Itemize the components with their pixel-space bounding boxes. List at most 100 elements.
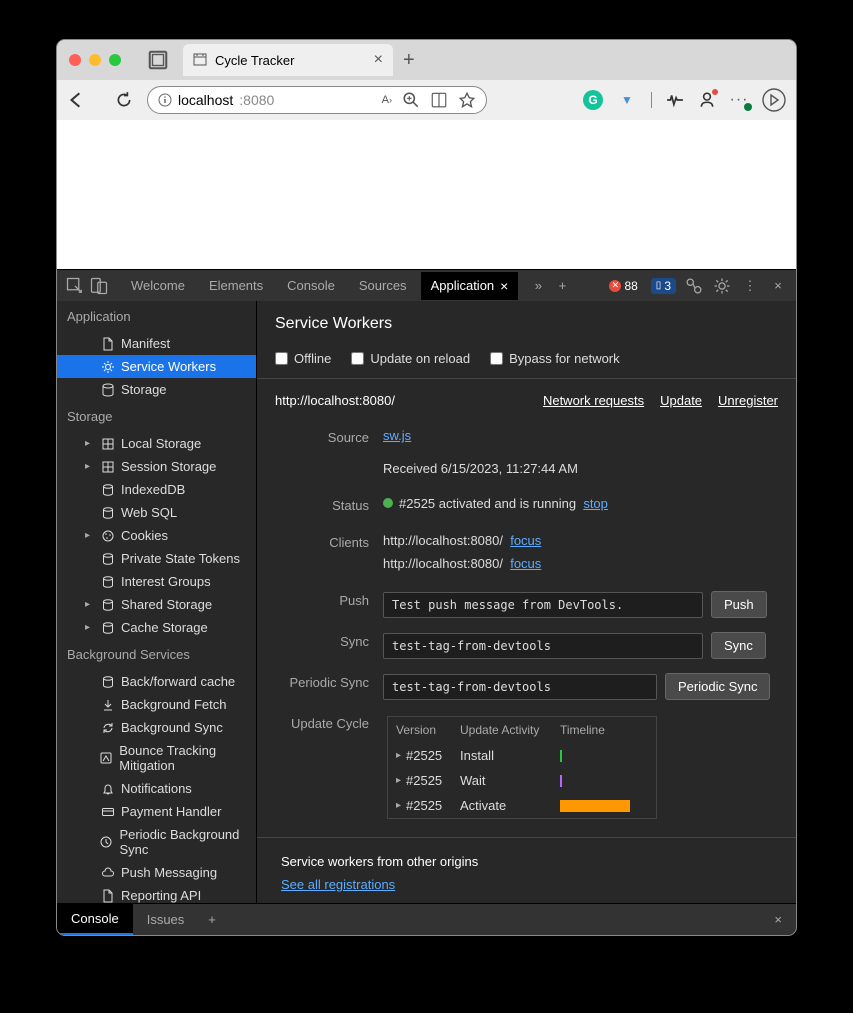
device-icon[interactable] xyxy=(89,276,109,296)
expand-arrow-icon[interactable]: ▸ xyxy=(396,750,406,761)
gear-icon[interactable] xyxy=(712,276,732,296)
sidebar-item-label: Local Storage xyxy=(121,436,201,451)
extension-grammarly-icon[interactable]: G xyxy=(583,90,603,110)
sidebar-item-local-storage[interactable]: ▸Local Storage xyxy=(57,432,256,455)
extension-icon[interactable]: ▼ xyxy=(617,90,637,110)
error-badge[interactable]: ✕88 xyxy=(604,278,642,294)
message-badge[interactable]: ▯3 xyxy=(651,278,676,294)
settings-link-icon[interactable] xyxy=(684,276,704,296)
zoom-icon[interactable] xyxy=(402,91,420,109)
sidebar-item-label: Background Sync xyxy=(121,720,223,735)
sidebar-item-payment-handler[interactable]: Payment Handler xyxy=(57,800,256,823)
issues-tab[interactable]: Issues xyxy=(133,905,199,934)
update-link[interactable]: Update xyxy=(660,393,702,408)
close-tab-button[interactable]: × xyxy=(374,51,383,69)
sidebar-item-interest-groups[interactable]: Interest Groups xyxy=(57,570,256,593)
bypass-checkbox[interactable]: Bypass for network xyxy=(490,351,620,366)
update-reload-checkbox[interactable]: Update on reload xyxy=(351,351,470,366)
clock-icon xyxy=(99,835,113,849)
tabs-overview-icon[interactable] xyxy=(147,49,169,71)
expand-arrow-icon: ▸ xyxy=(85,461,95,472)
kebab-icon[interactable]: ⋮ xyxy=(740,276,760,296)
see-all-registrations-link[interactable]: See all registrations xyxy=(281,877,395,892)
expand-arrow-icon[interactable]: ▸ xyxy=(396,800,406,811)
source-file-link[interactable]: sw.js xyxy=(383,428,411,443)
sync-input[interactable] xyxy=(383,633,703,659)
maximize-window-button[interactable] xyxy=(109,54,121,66)
text-size-icon[interactable]: A› xyxy=(382,91,392,109)
favorites-icon[interactable] xyxy=(458,91,476,109)
periodic-sync-button[interactable]: Periodic Sync xyxy=(665,673,770,700)
sidebar-item-web-sql[interactable]: Web SQL xyxy=(57,501,256,524)
reload-button[interactable] xyxy=(115,91,133,109)
file-icon xyxy=(101,337,115,351)
close-window-button[interactable] xyxy=(69,54,81,66)
sidebar-item-label: IndexedDB xyxy=(121,482,185,497)
push-button[interactable]: Push xyxy=(711,591,767,618)
new-tab-button[interactable]: + xyxy=(403,49,415,72)
sidebar-item-bounce-tracking-mitigation[interactable]: Bounce Tracking Mitigation xyxy=(57,739,256,777)
periodic-sync-input[interactable] xyxy=(383,674,657,700)
add-drawer-tab-icon[interactable]: + xyxy=(198,912,226,927)
extension-heartbeat-icon[interactable] xyxy=(666,91,684,109)
client-url: http://localhost:8080/ xyxy=(383,556,503,571)
sidebar-item-back-forward-cache[interactable]: Back/forward cache xyxy=(57,670,256,693)
db-icon xyxy=(101,575,115,589)
sidebar-item-background-sync[interactable]: Background Sync xyxy=(57,716,256,739)
minimize-window-button[interactable] xyxy=(89,54,101,66)
sidebar-item-background-fetch[interactable]: Background Fetch xyxy=(57,693,256,716)
console-tab[interactable]: Console xyxy=(57,904,133,935)
sidebar-item-storage[interactable]: Storage xyxy=(57,378,256,401)
sidebar-item-notifications[interactable]: Notifications xyxy=(57,777,256,800)
offline-checkbox[interactable]: Offline xyxy=(275,351,331,366)
tab-application[interactable]: Application× xyxy=(421,272,519,300)
sidebar-item-label: Private State Tokens xyxy=(121,551,240,566)
tab-welcome[interactable]: Welcome xyxy=(121,272,195,299)
address-host: localhost xyxy=(178,92,233,108)
address-bar[interactable]: localhost:8080 A› xyxy=(147,86,487,114)
browser-tab[interactable]: Cycle Tracker × xyxy=(183,44,393,76)
sidebar-item-push-messaging[interactable]: Push Messaging xyxy=(57,861,256,884)
sw-icon xyxy=(101,360,115,374)
sidebar-item-cookies[interactable]: ▸Cookies xyxy=(57,524,256,547)
tab-elements[interactable]: Elements xyxy=(199,272,273,299)
more-icon[interactable]: ··· xyxy=(730,91,748,109)
tab-console[interactable]: Console xyxy=(277,272,345,299)
sidebar-item-indexeddb[interactable]: IndexedDB xyxy=(57,478,256,501)
stop-link[interactable]: stop xyxy=(583,496,608,511)
sidebar-item-cache-storage[interactable]: ▸Cache Storage xyxy=(57,616,256,639)
sidebar-item-session-storage[interactable]: ▸Session Storage xyxy=(57,455,256,478)
profile-icon[interactable] xyxy=(698,91,716,109)
sidebar-item-private-state-tokens[interactable]: Private State Tokens xyxy=(57,547,256,570)
expand-arrow-icon[interactable]: ▸ xyxy=(396,775,406,786)
db-icon xyxy=(101,598,115,612)
sidebar-item-periodic-background-sync[interactable]: Periodic Background Sync xyxy=(57,823,256,861)
inspect-icon[interactable] xyxy=(65,276,85,296)
sidebar-item-reporting-api[interactable]: Reporting API xyxy=(57,884,256,903)
back-button[interactable] xyxy=(67,91,85,109)
sidebar-item-shared-storage[interactable]: ▸Shared Storage xyxy=(57,593,256,616)
close-devtools-icon[interactable]: × xyxy=(768,276,788,296)
reader-icon[interactable] xyxy=(430,91,448,109)
sw-title: Service Workers xyxy=(257,301,796,347)
site-info-icon[interactable] xyxy=(158,93,172,107)
add-tab-icon[interactable]: + xyxy=(552,276,572,296)
focus-link[interactable]: focus xyxy=(510,533,541,548)
cycle-version: #2525 xyxy=(406,773,460,788)
push-input[interactable] xyxy=(383,592,703,618)
other-origins-section: Service workers from other origins See a… xyxy=(257,837,796,903)
sidebar-item-manifest[interactable]: Manifest xyxy=(57,332,256,355)
sidebar-item-service-workers[interactable]: Service Workers xyxy=(57,355,256,378)
focus-link[interactable]: focus xyxy=(510,556,541,571)
tab-sources[interactable]: Sources xyxy=(349,272,417,299)
close-drawer-icon[interactable]: × xyxy=(760,912,796,927)
unregister-link[interactable]: Unregister xyxy=(718,393,778,408)
sidebar-toggle-icon[interactable] xyxy=(762,88,786,112)
bottom-bar: Console Issues + × xyxy=(57,903,796,935)
more-tabs-icon[interactable]: » xyxy=(528,276,548,296)
network-requests-link[interactable]: Network requests xyxy=(543,393,644,408)
close-tab-icon[interactable]: × xyxy=(500,278,508,294)
offline-label: Offline xyxy=(294,351,331,366)
bell-icon xyxy=(101,782,115,796)
sync-button[interactable]: Sync xyxy=(711,632,766,659)
